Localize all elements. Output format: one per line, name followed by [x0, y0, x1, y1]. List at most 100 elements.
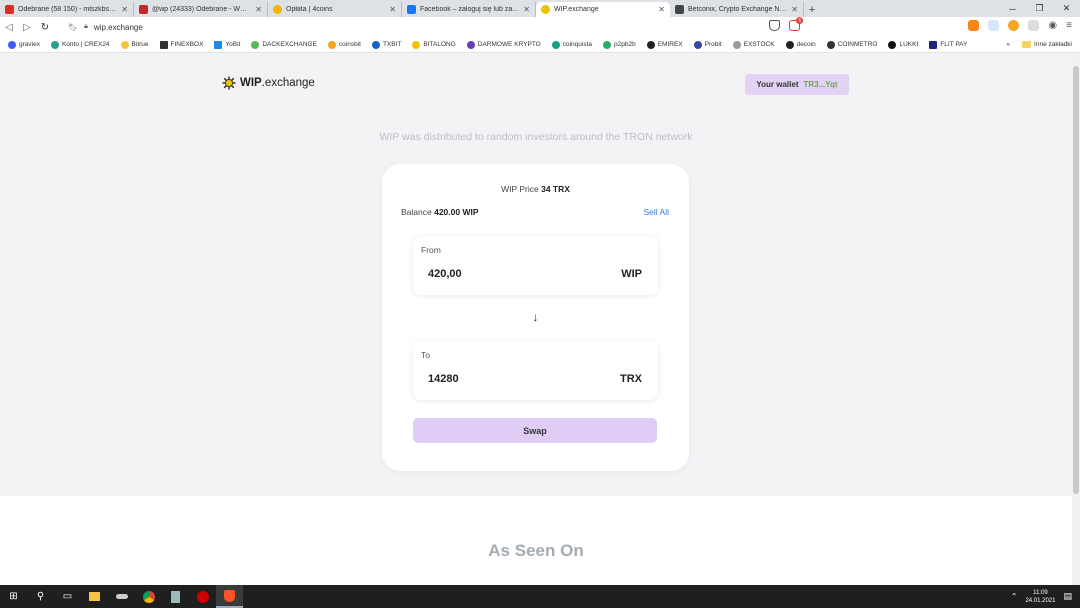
- bookmark-favicon: [929, 40, 938, 49]
- browser-tab[interactable]: @wp (24333) Odebrane - WP Poc... ✕: [134, 2, 268, 17]
- lock-icon[interactable]: 🔒︎: [84, 23, 88, 31]
- bookmark-item[interactable]: BITALONG: [412, 40, 456, 49]
- bookmark-item[interactable]: decoin: [785, 40, 816, 49]
- bookmark-favicon: [251, 40, 260, 49]
- bookmark-item[interactable]: COINMETRO: [826, 40, 877, 49]
- clock-time: 11:09: [1033, 589, 1048, 596]
- bookmark-item[interactable]: TXBIT: [371, 40, 401, 49]
- brave-rewards-icon[interactable]: 6: [789, 17, 804, 31]
- sell-all-button[interactable]: Sell All: [643, 207, 669, 217]
- bookmark-item[interactable]: FLIT PAY: [929, 40, 967, 49]
- bookmark-item[interactable]: YoBit: [214, 40, 240, 49]
- clock[interactable]: 11:09 24.01.2021: [1025, 589, 1055, 605]
- close-icon[interactable]: ✕: [523, 5, 530, 14]
- as-seen-on-heading: As Seen On: [488, 541, 584, 560]
- extensions-puzzle-icon[interactable]: [1028, 20, 1040, 31]
- url-text: wip.exchange: [93, 22, 143, 32]
- arrow-down-icon[interactable]: ↓: [382, 310, 689, 324]
- menu-icon[interactable]: ≡: [1066, 20, 1072, 31]
- bookmark-favicon: [646, 40, 655, 49]
- bookmark-item[interactable]: coinquista: [551, 40, 592, 49]
- wallet-address: TR3...Yqt: [803, 80, 838, 89]
- bookmark-item[interactable]: Konto | CREX24: [50, 40, 110, 49]
- bookmark-item[interactable]: EMIREX: [646, 40, 683, 49]
- bookmark-item[interactable]: coinsbit: [327, 40, 361, 49]
- tab-title: @wp (24333) Odebrane - WP Poc...: [152, 6, 252, 13]
- app-icon[interactable]: [108, 585, 135, 608]
- close-window-icon[interactable]: ✕: [1053, 0, 1080, 17]
- price-label: WIP Price: [501, 184, 539, 194]
- bookmark-item[interactable]: Probit: [693, 40, 722, 49]
- brave-icon[interactable]: [216, 585, 243, 608]
- search-icon[interactable]: ⚲: [27, 585, 54, 608]
- gmail-favicon: [5, 5, 14, 14]
- forward-icon[interactable]: ▷: [18, 22, 36, 33]
- close-icon[interactable]: ✕: [658, 5, 665, 14]
- bookmark-favicon: [826, 40, 835, 49]
- url-field[interactable]: 🔖︎ 🔒︎ wip.exchange: [68, 23, 608, 32]
- notifications-icon[interactable]: ▤: [1063, 591, 1072, 602]
- app-icon[interactable]: [189, 585, 216, 608]
- bookmark-favicon: [412, 40, 421, 49]
- bookmark-favicon: [120, 40, 129, 49]
- reload-icon[interactable]: ↻: [36, 22, 54, 33]
- minimize-icon[interactable]: ─: [999, 0, 1026, 17]
- browser-tab[interactable]: Odebrane (58 150) - mtszkbs018... ✕: [0, 2, 134, 17]
- profile-icon[interactable]: ◉: [1048, 20, 1057, 31]
- new-tab-button[interactable]: +: [804, 2, 820, 17]
- balance-value: 420.00 WIP: [434, 207, 479, 217]
- scrollbar-thumb[interactable]: [1073, 66, 1079, 494]
- extension-icon[interactable]: [1008, 20, 1020, 31]
- swap-button[interactable]: Swap: [413, 418, 657, 443]
- tab-title: Opłata | 4coins: [286, 6, 333, 13]
- site-logo[interactable]: WIP.exchange: [222, 76, 315, 90]
- close-icon[interactable]: ✕: [121, 5, 128, 14]
- close-icon[interactable]: ✕: [389, 5, 396, 14]
- brave-shield-icon[interactable]: [769, 20, 781, 31]
- task-view-icon[interactable]: ▭: [54, 585, 81, 608]
- bookmark-item[interactable]: Bitrue: [120, 40, 149, 49]
- bookmarks-bar: graviex Konto | CREX24 Bitrue FINEXBOX Y…: [0, 37, 1080, 53]
- other-bookmarks[interactable]: Inne zakładki: [1022, 41, 1072, 48]
- balance-label: Balance: [401, 207, 432, 217]
- bookmark-favicon: [159, 40, 168, 49]
- bookmark-item[interactable]: p2pb2b: [603, 40, 636, 49]
- browser-tab-active[interactable]: WIP.exchange ✕: [536, 2, 670, 17]
- browser-tab[interactable]: Facebook – zaloguj się lub zarejes... ✕: [402, 2, 536, 17]
- more-bookmarks-button[interactable]: »: [1006, 41, 1010, 48]
- bookmark-favicon: [888, 40, 897, 49]
- facebook-favicon: [407, 5, 416, 14]
- from-amount-input[interactable]: 420,00: [428, 268, 462, 280]
- bookmark-item[interactable]: EXSTOCK: [732, 40, 775, 49]
- metamask-icon[interactable]: [968, 20, 980, 31]
- to-label: To: [421, 350, 430, 360]
- bookmark-favicon: [466, 40, 475, 49]
- close-icon[interactable]: ✕: [255, 5, 262, 14]
- close-icon[interactable]: ✕: [791, 5, 798, 14]
- windows-taskbar: ⊞ ⚲ ▭ ⌃ 11:09 24.01.2021 ▤: [0, 585, 1080, 608]
- bookmark-item[interactable]: FINEXBOX: [159, 40, 203, 49]
- bookmark-item[interactable]: DACKEXCHANGE: [251, 40, 317, 49]
- to-amount-input[interactable]: 14280: [428, 373, 459, 385]
- restore-icon[interactable]: ❐: [1026, 0, 1053, 17]
- windows-start-icon[interactable]: ⊞: [0, 585, 27, 608]
- bookmark-favicon: [371, 40, 380, 49]
- chevron-up-icon[interactable]: ⌃: [1011, 592, 1018, 601]
- scrollbar[interactable]: [1072, 54, 1080, 585]
- wip-favicon: [541, 5, 550, 14]
- tronlink-icon[interactable]: [988, 20, 1000, 31]
- bookmark-item[interactable]: DARMOWE KRYPTO: [466, 40, 541, 49]
- wallet-button[interactable]: Your wallet TR3...Yqt: [745, 74, 849, 95]
- bookmark-item[interactable]: graviex: [8, 40, 40, 49]
- calculator-icon[interactable]: [162, 585, 189, 608]
- to-currency: TRX: [620, 373, 642, 385]
- window-controls: ─ ❐ ✕: [999, 0, 1080, 17]
- back-icon[interactable]: ◁: [0, 22, 18, 33]
- chrome-icon[interactable]: [135, 585, 162, 608]
- bookmark-favicon: [327, 40, 336, 49]
- browser-tab[interactable]: Opłata | 4coins ✕: [268, 2, 402, 17]
- bookmark-item[interactable]: LUKKI: [888, 40, 918, 49]
- bookmark-icon[interactable]: 🔖︎: [68, 23, 78, 32]
- browser-tab[interactable]: Betconix, Crypto Exchange Nº1, Bi... ✕: [670, 2, 804, 17]
- file-explorer-icon[interactable]: [81, 585, 108, 608]
